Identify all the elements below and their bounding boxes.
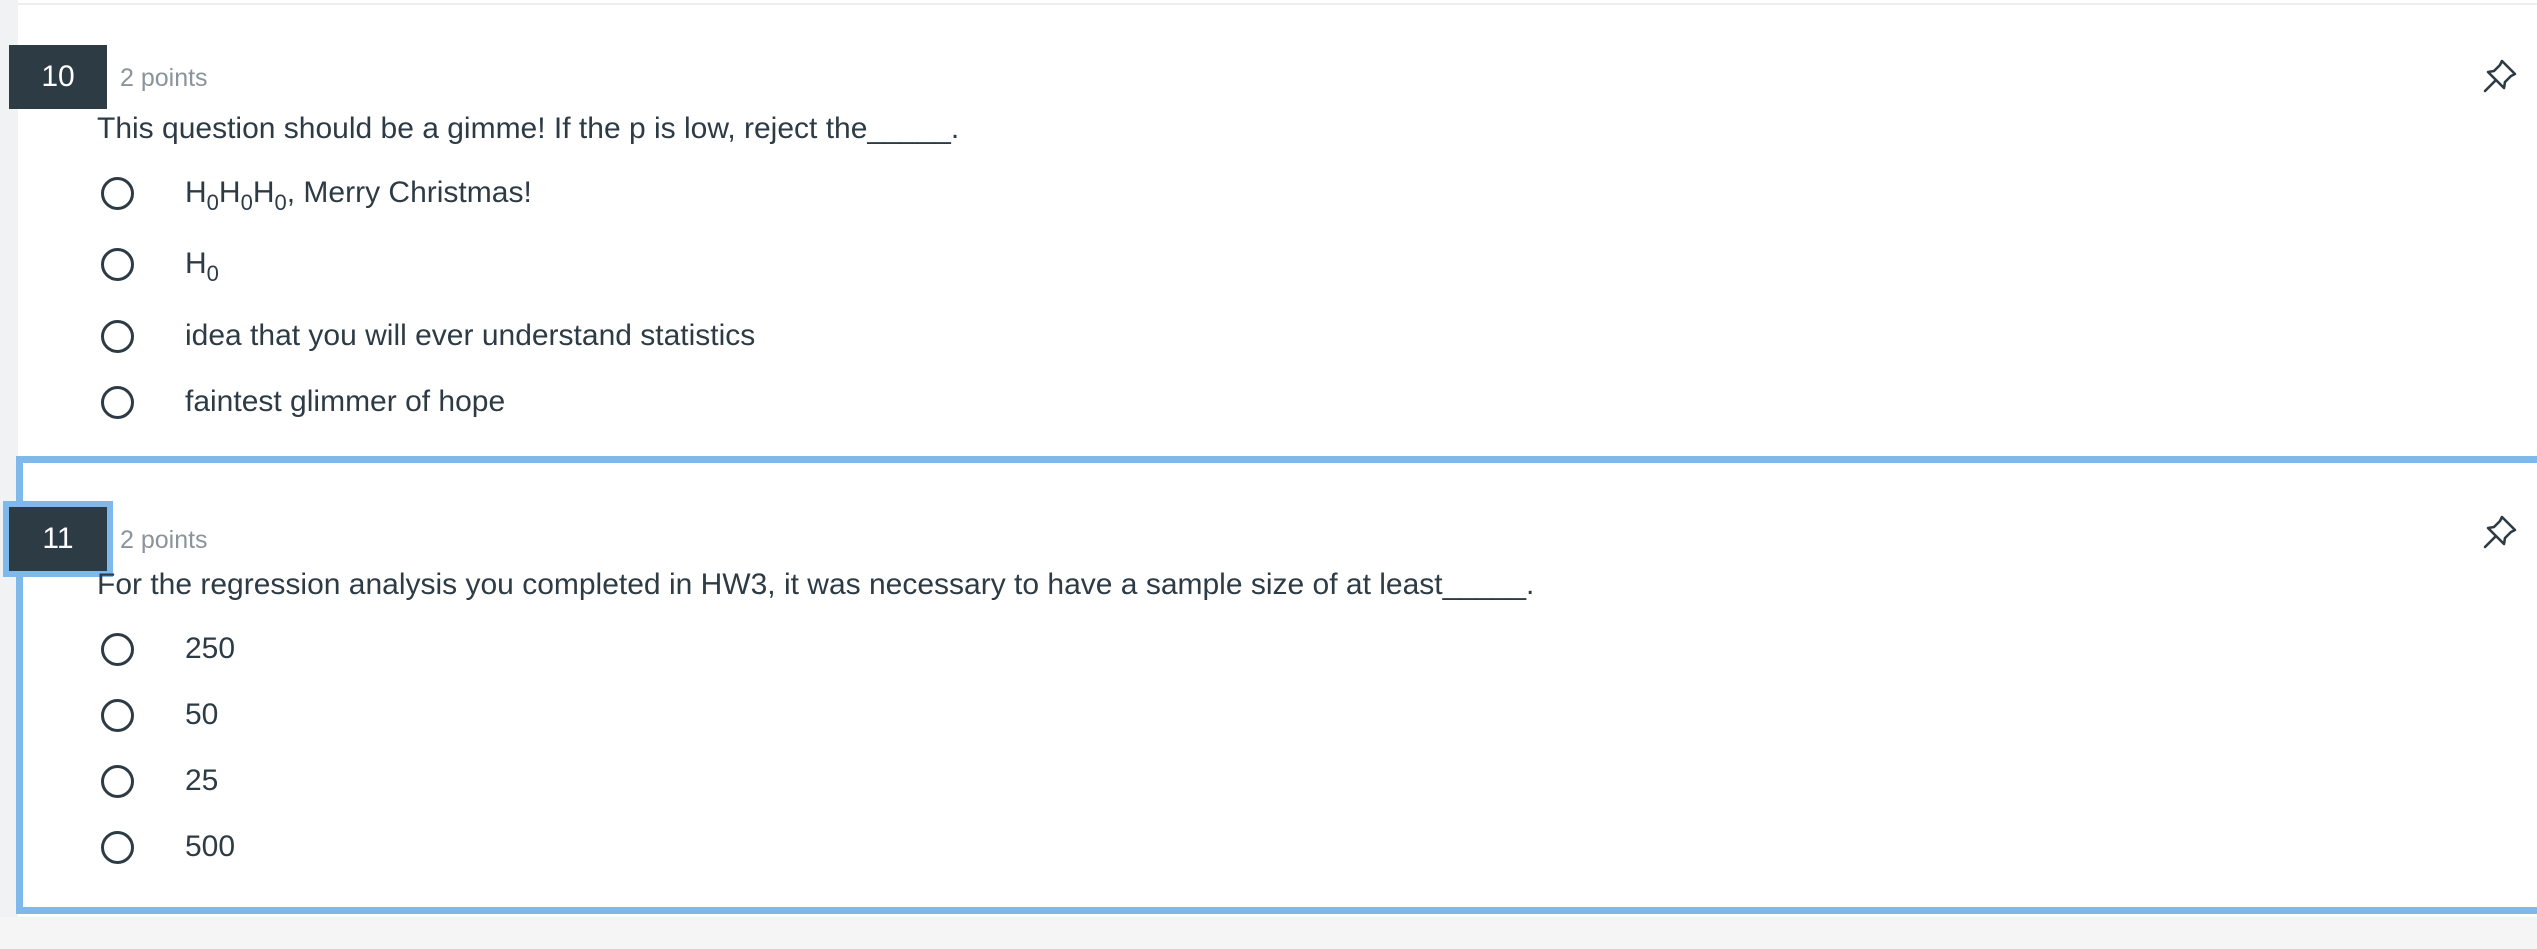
answer-label[interactable]: H0 <box>185 247 219 285</box>
bottom-band <box>0 917 2537 949</box>
pushpin-icon[interactable] <box>2480 512 2520 552</box>
radio-button[interactable] <box>101 385 134 419</box>
answer-option[interactable]: H0H0H0, Merry Christmas! <box>97 167 532 219</box>
question-10: 10 2 points This question should be a gi… <box>9 6 2537 455</box>
question-11: 11 2 points For the regression analysis … <box>9 456 2537 914</box>
radio-button[interactable] <box>101 764 134 798</box>
answer-label[interactable]: 25 <box>185 764 218 798</box>
question-text: For the regression analysis you complete… <box>97 568 1535 601</box>
question-points: 2 points <box>120 526 208 554</box>
answer-label[interactable]: 500 <box>185 830 235 864</box>
answer-option[interactable]: idea that you will ever understand stati… <box>97 310 755 362</box>
radio-button[interactable] <box>101 830 134 864</box>
radio-button[interactable] <box>101 247 134 281</box>
radio-button[interactable] <box>101 632 134 666</box>
radio-button[interactable] <box>101 319 134 353</box>
pushpin-icon[interactable] <box>2480 56 2520 96</box>
question-points: 2 points <box>120 64 208 92</box>
top-divider <box>18 3 2537 5</box>
answer-option[interactable]: faintest glimmer of hope <box>97 376 505 428</box>
radio-button[interactable] <box>101 176 134 210</box>
answer-option[interactable]: 250 <box>97 623 235 675</box>
answer-label[interactable]: 50 <box>185 698 218 732</box>
quiz-page: 10 2 points This question should be a gi… <box>0 0 2537 949</box>
answer-option[interactable]: H0 <box>97 238 219 290</box>
answer-label[interactable]: idea that you will ever understand stati… <box>185 319 755 353</box>
answer-label[interactable]: 250 <box>185 632 235 666</box>
answer-option[interactable]: 500 <box>97 821 235 873</box>
question-text: This question should be a gimme! If the … <box>97 112 960 145</box>
answer-option[interactable]: 50 <box>97 689 218 741</box>
answer-label[interactable]: faintest glimmer of hope <box>185 385 505 419</box>
question-number-badge: 11 <box>9 507 107 571</box>
answer-label[interactable]: H0H0H0, Merry Christmas! <box>185 176 532 214</box>
answer-option[interactable]: 25 <box>97 755 218 807</box>
question-number-badge: 10 <box>9 45 107 109</box>
radio-button[interactable] <box>101 698 134 732</box>
